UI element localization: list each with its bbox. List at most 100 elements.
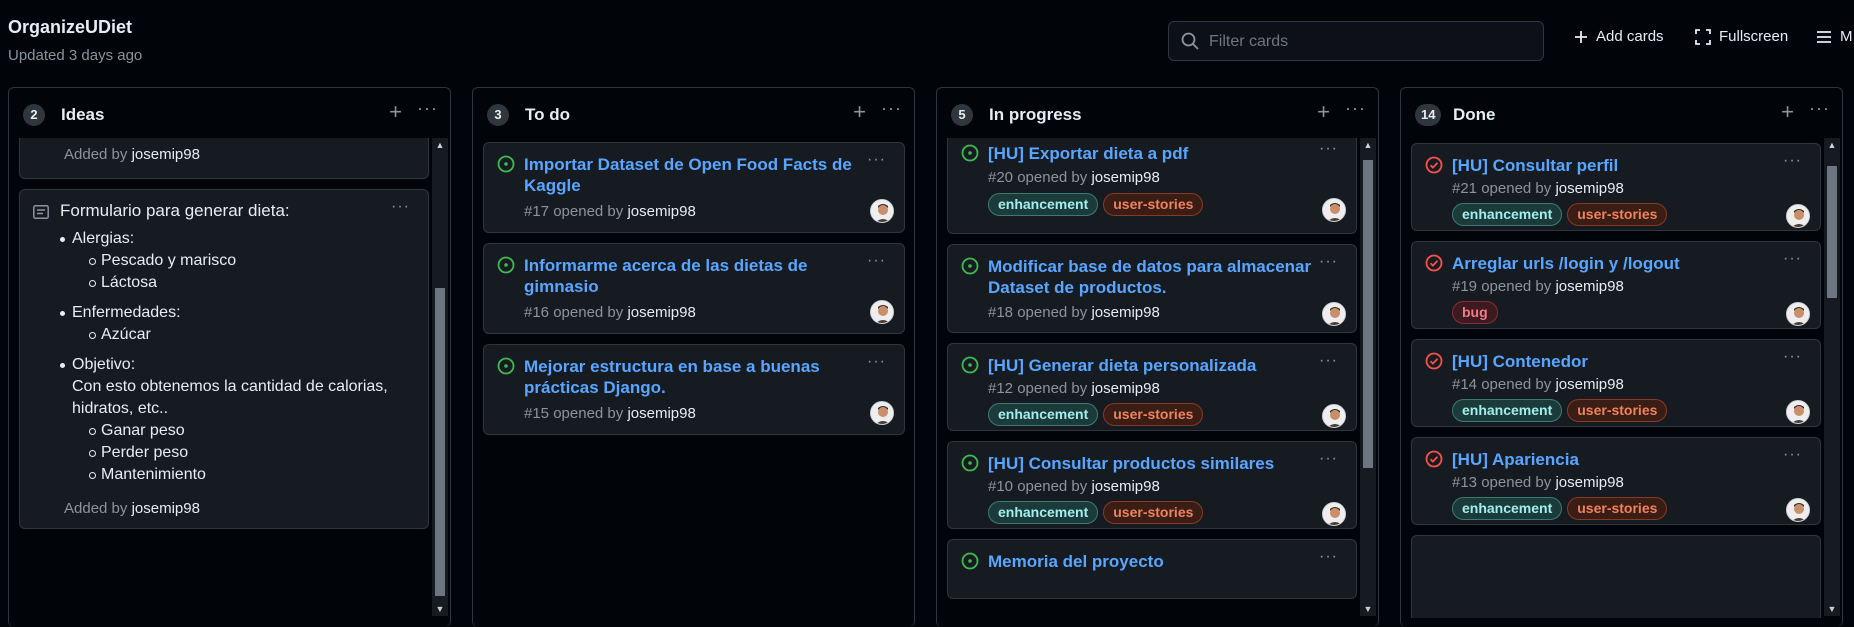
label-user-stories[interactable]: user-stories	[1567, 203, 1668, 226]
project-title: OrganizeUDiet	[8, 17, 133, 37]
avatar[interactable]	[870, 300, 894, 324]
column-menu-button[interactable]: ···	[1809, 98, 1830, 119]
scroll-down-arrow[interactable]: ▼	[1360, 602, 1376, 616]
card-title[interactable]: Arreglar urls /login y /logout	[1452, 253, 1782, 274]
note-icon	[33, 205, 49, 219]
label-enhancement[interactable]: enhancement	[988, 193, 1099, 216]
label-user-stories[interactable]: user-stories	[1567, 399, 1668, 422]
card-menu-button[interactable]: ···	[1319, 548, 1338, 566]
issue-card[interactable]: [HU] Contenedor ··· #14 opened by josemi…	[1411, 339, 1821, 427]
card-menu-button[interactable]: ···	[1783, 152, 1802, 170]
avatar[interactable]	[1322, 302, 1346, 326]
card-meta: #14 opened by josemip98	[1452, 376, 1624, 393]
scroll-thumb[interactable]	[1363, 160, 1373, 468]
scroll-up-arrow[interactable]: ▲	[432, 138, 448, 152]
card-menu-button[interactable]: ···	[1319, 140, 1338, 158]
card-title[interactable]: [HU] Generar dieta personalizada	[988, 355, 1318, 376]
scroll-thumb[interactable]	[435, 288, 445, 596]
card-menu-button[interactable]: ···	[867, 252, 886, 270]
note-title: Formulario para generar dieta:	[60, 201, 290, 220]
label-bug[interactable]: bug	[1452, 301, 1498, 324]
note-card[interactable]: Added by josemip98	[19, 138, 429, 179]
label-user-stories[interactable]: user-stories	[1103, 501, 1204, 524]
card-menu-button[interactable]: ···	[391, 198, 410, 216]
column-menu-button[interactable]: ···	[417, 98, 438, 119]
column-menu-button[interactable]: ···	[1345, 98, 1366, 119]
list-item: Ganar peso	[72, 420, 400, 442]
fullscreen-icon	[1695, 28, 1711, 45]
add-card-button[interactable]: +	[1317, 101, 1330, 123]
card-title[interactable]: Informarme acerca de las dietas de gimna…	[524, 255, 854, 297]
avatar[interactable]	[1786, 302, 1810, 326]
label-user-stories[interactable]: user-stories	[1103, 403, 1204, 426]
scroll-up-arrow[interactable]: ▲	[1360, 138, 1376, 152]
card-title[interactable]: [HU] Contenedor	[1452, 351, 1782, 372]
filter-cards-input[interactable]	[1209, 30, 1529, 54]
label-enhancement[interactable]: enhancement	[1452, 399, 1563, 422]
scroll-thumb[interactable]	[1827, 166, 1837, 298]
avatar[interactable]	[870, 199, 894, 223]
issue-card[interactable]: Informarme acerca de las dietas de gimna…	[483, 243, 905, 334]
card-menu-button[interactable]: ···	[1783, 348, 1802, 366]
avatar[interactable]	[870, 401, 894, 425]
avatar[interactable]	[1322, 198, 1346, 222]
issue-card[interactable]: Arreglar urls /login y /logout ··· #19 o…	[1411, 241, 1821, 329]
issue-card[interactable]	[1411, 535, 1821, 618]
card-menu-button[interactable]: ···	[1783, 446, 1802, 464]
avatar[interactable]	[1786, 204, 1810, 228]
issue-card[interactable]: [HU] Consultar productos similares ··· #…	[947, 441, 1357, 529]
label-user-stories[interactable]: user-stories	[1103, 193, 1204, 216]
add-cards-label: Add cards	[1596, 28, 1664, 45]
card-title[interactable]: Memoria del proyecto	[988, 551, 1318, 572]
issue-card[interactable]: [HU] Apariencia ··· #13 opened by josemi…	[1411, 437, 1821, 525]
card-title[interactable]: [HU] Apariencia	[1452, 449, 1782, 470]
card-title[interactable]: [HU] Consultar perfil	[1452, 155, 1782, 176]
label-enhancement[interactable]: enhancement	[988, 501, 1099, 524]
column-scrollbar[interactable]: ▲ ▼	[1360, 138, 1376, 616]
label-user-stories[interactable]: user-stories	[1567, 497, 1668, 520]
column-header: 2 Ideas + ···	[9, 88, 450, 138]
card-menu-button[interactable]: ···	[1319, 450, 1338, 468]
column-scrollbar[interactable]: ▲ ▼	[432, 138, 448, 616]
scroll-down-arrow[interactable]: ▼	[1824, 602, 1840, 616]
hamburger-icon	[1817, 30, 1831, 43]
fullscreen-button[interactable]: Fullscreen	[1695, 28, 1788, 45]
issue-card[interactable]: Mejorar estructura en base a buenas prác…	[483, 344, 905, 435]
label-enhancement[interactable]: enhancement	[988, 403, 1099, 426]
issue-card[interactable]: [HU] Consultar perfil ··· #21 opened by …	[1411, 143, 1821, 231]
card-title[interactable]: Modificar base de datos para almacenar D…	[988, 256, 1318, 298]
menu-button[interactable]: M	[1816, 28, 1853, 45]
card-title[interactable]: Mejorar estructura en base a buenas prác…	[524, 356, 854, 398]
issue-card[interactable]: Modificar base de datos para almacenar D…	[947, 244, 1357, 333]
scroll-up-arrow[interactable]: ▲	[1824, 138, 1840, 152]
avatar[interactable]	[1322, 502, 1346, 526]
card-menu-button[interactable]: ···	[1783, 250, 1802, 268]
filter-cards-field[interactable]	[1168, 21, 1544, 61]
add-card-button[interactable]: +	[853, 101, 866, 123]
card-title[interactable]: [HU] Consultar productos similares	[988, 453, 1318, 474]
add-card-button[interactable]: +	[389, 101, 402, 123]
card-labels: enhancement user-stories	[1452, 497, 1668, 520]
issue-card[interactable]: Memoria del proyecto ···	[947, 539, 1357, 599]
note-card[interactable]: Formulario para generar dieta: ··· Alerg…	[19, 189, 429, 529]
column-scrollbar[interactable]: ▲ ▼	[1824, 138, 1840, 616]
card-title[interactable]: [HU] Exportar dieta a pdf	[988, 143, 1318, 164]
avatar[interactable]	[1786, 498, 1810, 522]
card-menu-button[interactable]: ···	[1319, 352, 1338, 370]
add-cards-button[interactable]: Add cards	[1574, 28, 1664, 45]
avatar[interactable]	[1322, 404, 1346, 428]
card-title[interactable]: Importar Dataset de Open Food Facts de K…	[524, 154, 854, 196]
avatar[interactable]	[1786, 400, 1810, 424]
card-menu-button[interactable]: ···	[867, 353, 886, 371]
issue-card[interactable]: Importar Dataset de Open Food Facts de K…	[483, 142, 905, 233]
column-header: 14 Done + ···	[1401, 88, 1842, 138]
scroll-down-arrow[interactable]: ▼	[432, 602, 448, 616]
card-menu-button[interactable]: ···	[1319, 253, 1338, 271]
issue-card[interactable]: [HU] Exportar dieta a pdf ··· #20 opened…	[947, 138, 1357, 234]
add-card-button[interactable]: +	[1781, 101, 1794, 123]
column-menu-button[interactable]: ···	[881, 98, 902, 119]
card-menu-button[interactable]: ···	[867, 151, 886, 169]
issue-card[interactable]: [HU] Generar dieta personalizada ··· #12…	[947, 343, 1357, 431]
label-enhancement[interactable]: enhancement	[1452, 497, 1563, 520]
label-enhancement[interactable]: enhancement	[1452, 203, 1563, 226]
